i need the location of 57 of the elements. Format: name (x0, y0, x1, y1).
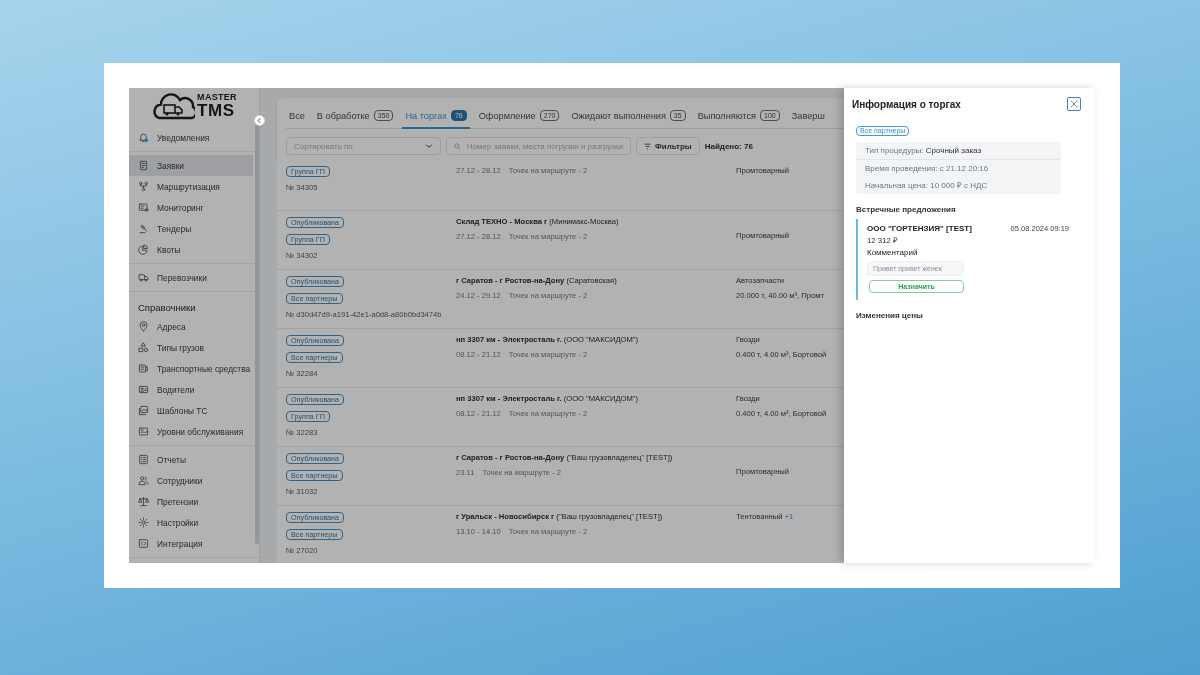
sidebar-item[interactable]: Претензии (129, 491, 253, 512)
sidebar-item[interactable]: Квоты (129, 239, 253, 260)
field-label: Комментарий (867, 248, 918, 257)
logo-text: MASTER (197, 93, 237, 102)
sidebar-item[interactable]: Сотрудники (129, 470, 253, 491)
logo-text: TMS (197, 102, 236, 119)
sidebar-item[interactable]: Мониторинг (129, 197, 253, 218)
bell-icon (138, 132, 149, 143)
route-icon (138, 181, 149, 192)
monitor-icon (138, 202, 149, 213)
drawer-title: Информация о торгах (852, 98, 961, 110)
close-icon (1069, 99, 1079, 109)
sidebar-item[interactable]: Типы грузов (129, 337, 253, 358)
chevron-down-icon (425, 142, 433, 150)
checklist-icon (138, 426, 149, 437)
section-title: Изменения цены (856, 311, 924, 320)
search-icon (454, 141, 461, 151)
sidebar-item[interactable]: Шаблоны ТС (129, 400, 253, 421)
sidebar-item[interactable]: Транспортные средства (129, 358, 253, 379)
location-pin-icon (138, 321, 149, 332)
sidebar-item[interactable]: Настройки (129, 512, 253, 533)
info-line: Начальная цена: 10 000 ₽ с НДС (865, 180, 989, 190)
chevron-left-icon (256, 117, 263, 124)
procedure-type: Тип процедуры: Срочный заказ (856, 142, 1061, 160)
image-icon (138, 405, 149, 416)
code-icon (138, 538, 149, 549)
filters-button[interactable]: Фильтры (636, 137, 700, 155)
vehicle-icon (138, 363, 149, 374)
filter-icon (644, 142, 651, 150)
list-icon (138, 454, 149, 465)
sidebar-item[interactable]: Уровни обслуживания (129, 421, 253, 442)
id-card-icon (138, 384, 149, 395)
sidebar-item[interactable]: Уведомления (129, 127, 253, 148)
sidebar-item[interactable]: Водители (129, 379, 253, 400)
found-count: Найдено: 76 (704, 141, 753, 151)
sidebar-item[interactable]: Интеграция (129, 533, 253, 554)
gavel-icon (138, 223, 149, 234)
sidebar-item[interactable]: Перевозчики (129, 267, 253, 288)
truck-icon (138, 272, 149, 283)
scales-icon (138, 496, 149, 507)
sidebar-item[interactable]: Отчеты (129, 449, 253, 470)
tab[interactable]: Все (286, 104, 308, 129)
shapes-icon (138, 342, 149, 353)
sidebar-item[interactable]: Тендеры (129, 218, 253, 239)
section-title: Встречные предложения (856, 205, 957, 214)
people-icon (138, 475, 149, 486)
section-title: Справочники (137, 301, 197, 315)
close-button[interactable] (1067, 97, 1081, 111)
sidebar-item[interactable]: Адреса (129, 316, 253, 337)
sidebar-item[interactable]: Заявки (129, 155, 253, 176)
document-icon (138, 160, 149, 171)
info-line: Время проведения: с 21.12 20:16 (865, 164, 990, 173)
tab[interactable]: Заверш (788, 104, 828, 129)
pie-chart-icon (138, 244, 149, 255)
sidebar-item[interactable]: Маршрутизация (129, 176, 253, 197)
cloud-truck-icon (151, 92, 196, 120)
company-name: ООО "ГОРТЕНЗИЯ" [TEST] (867, 224, 972, 233)
